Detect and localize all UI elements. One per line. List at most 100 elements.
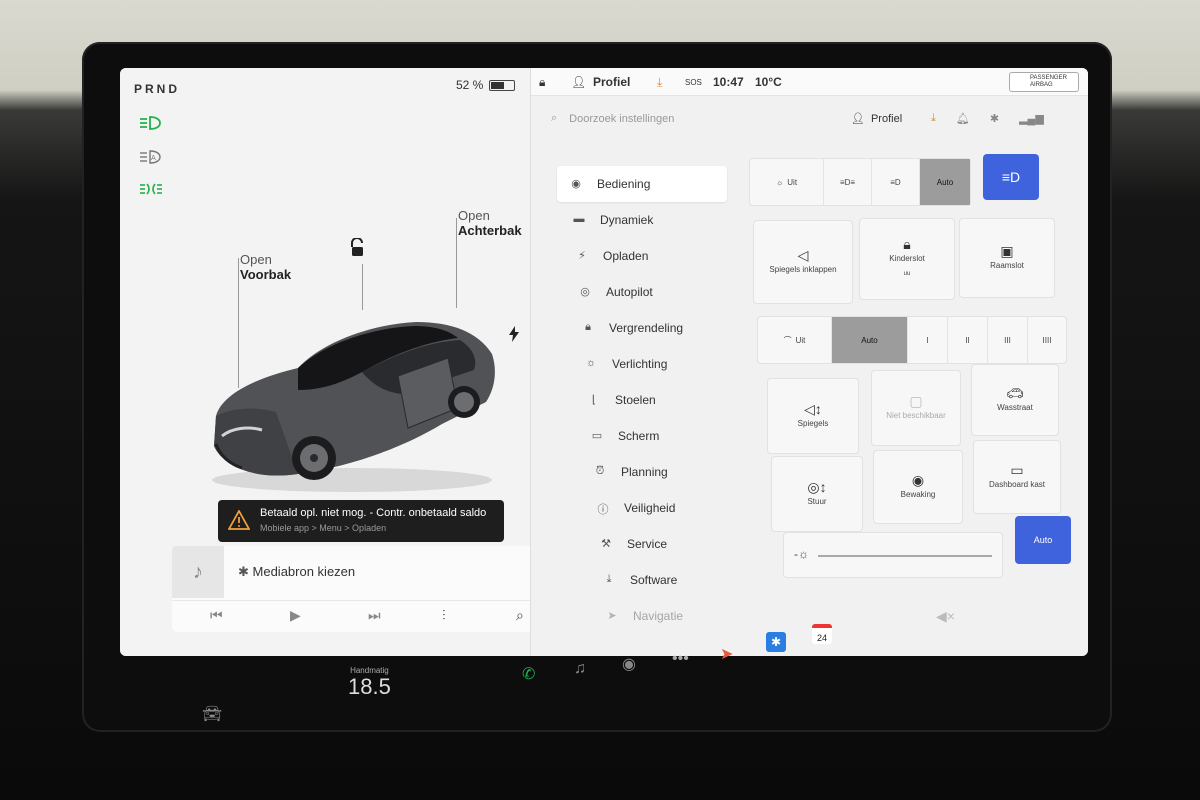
bluetooth-icon: ✱ <box>238 564 253 579</box>
unavailable-icon: ▢ <box>909 392 923 409</box>
brightness-icon: -☼ <box>794 547 809 561</box>
settings-search[interactable]: ⌕ Doorzoek instellingen <box>551 112 674 125</box>
wiper-speed-4[interactable]: IIII <box>1028 317 1066 363</box>
menu-item-scherm[interactable]: ▭ Scherm <box>578 418 727 454</box>
frunk-open-button[interactable]: Open Voorbak <box>240 252 291 282</box>
climate-control[interactable]: Handmatig 18.5 <box>348 666 391 699</box>
menu-item-opladen[interactable]: ⚡ Opladen <box>563 238 727 274</box>
wipers-off-button[interactable]: ⌒ Uit <box>758 317 832 363</box>
glovebox-icon: ▭ <box>1010 461 1024 478</box>
profile-icon[interactable]: 👤︎ <box>571 75 586 89</box>
wiper-speed-2[interactable]: II <box>948 317 988 363</box>
brightness-slider[interactable]: -☼ <box>783 532 1003 578</box>
display-icon: ▭ <box>591 430 603 442</box>
unlock-icon[interactable] <box>348 238 366 258</box>
charge-port-icon[interactable] <box>508 326 520 342</box>
lights-auto-button[interactable]: Auto <box>920 159 970 205</box>
auto-highbeam-icon[interactable]: A <box>138 148 164 166</box>
child-lock-button[interactable]: 🔒︎ Kinderslot uu <box>859 218 955 300</box>
search-input[interactable]: Doorzoek instellingen <box>569 113 674 125</box>
more-apps-icon[interactable]: ••• <box>672 650 689 668</box>
car-icon[interactable]: 🚘︎ <box>202 704 222 724</box>
window-lock-button[interactable]: ▣ Raamslot <box>959 218 1055 298</box>
sun-icon: ☼ <box>585 357 597 369</box>
menu-item-service[interactable]: ⚒ Service <box>587 526 727 562</box>
download-icon[interactable]: ⤓ <box>657 75 662 90</box>
wiper-speed-3[interactable]: III <box>988 317 1028 363</box>
bluetooth-app-icon[interactable]: ✱ <box>766 632 786 652</box>
lock-icon[interactable]: 🔒︎ <box>539 75 545 90</box>
wiper-speed-2-label: II <box>965 335 970 345</box>
menu-item-label: Veiligheid <box>624 501 676 515</box>
trunk-open-button[interactable]: Open Achterbak <box>458 208 522 238</box>
menu-item-label: Planning <box>621 465 668 479</box>
wiper-selector: ⌒ Uit Auto I II III IIII <box>757 316 1067 364</box>
bell-icon[interactable]: 🔔︎ <box>956 112 970 125</box>
menu-item-vergrendeling[interactable]: 🔒︎ Vergrendeling <box>569 310 727 346</box>
low-beam-button[interactable]: ≡D <box>872 159 920 205</box>
lock-icon: 🔒︎ <box>585 321 591 333</box>
menu-item-planning[interactable]: ⏰︎ Planning <box>581 454 727 490</box>
parking-lights-button[interactable]: ≡D≡ <box>824 159 872 205</box>
car-wash-button[interactable]: 🚗︎ Wasstraat <box>971 364 1059 436</box>
header-profile[interactable]: 👤︎ Profiel <box>851 112 902 126</box>
mirrors-adjust-button[interactable]: ◁↕ Spiegels <box>767 378 859 454</box>
mirror-icon: ◁ <box>797 246 809 263</box>
wiper-speed-1[interactable]: I <box>908 317 948 363</box>
trunk-state: Open <box>458 208 490 223</box>
menu-item-software[interactable]: ⤓ Software <box>590 562 727 598</box>
download-icon[interactable]: ⤓ <box>931 112 936 125</box>
volume-mute-icon[interactable]: ◀× <box>936 608 955 625</box>
sentry-button[interactable]: ◉ Bewaking <box>873 450 963 524</box>
glovebox-button[interactable]: ▭ Dashboard kast <box>973 440 1061 514</box>
headlights-icon[interactable] <box>138 114 164 132</box>
headlights-toggle[interactable]: ≡D <box>983 154 1039 200</box>
unavailable-label: Niet beschikbaar <box>886 410 946 420</box>
calendar-icon[interactable]: 24 <box>812 624 832 644</box>
mirror-adjust-icon: ◁↕ <box>804 400 822 417</box>
phone-icon[interactable]: ✆ <box>522 664 535 684</box>
music-note-icon: ♪ <box>172 546 224 598</box>
child-lock-icon: 🔒︎ <box>903 236 911 252</box>
sentry-icon: ◉ <box>911 471 925 488</box>
wipers-auto-button[interactable]: Auto <box>832 317 908 363</box>
menu-item-autopilot[interactable]: ◎ Autopilot <box>566 274 727 310</box>
media-source-button[interactable]: ✱ Mediabron kiezen <box>238 564 355 580</box>
menu-item-label: Software <box>630 573 678 587</box>
camera-icon[interactable]: ◉ <box>622 654 636 674</box>
menu-item-label: Service <box>627 537 668 551</box>
calendar-day: 24 <box>816 633 827 643</box>
parking-lights-icon[interactable] <box>138 180 164 198</box>
glovebox-label: Dashboard kast <box>988 479 1046 489</box>
lights-off-button[interactable]: ☼ Uit <box>750 159 824 205</box>
car-icon: ▬ <box>573 213 585 225</box>
passenger-airbag-indicator: PASSENGER AIRBAG <box>1009 72 1079 92</box>
sos-label[interactable]: SOS <box>685 78 702 87</box>
menu-item-bediening[interactable]: ◉ Bediening <box>557 166 727 202</box>
battery-status: 52 % <box>456 78 516 92</box>
alert-subtitle: Mobiele app > Menu > Opladen <box>260 523 387 533</box>
music-icon[interactable]: ♫ <box>574 660 586 678</box>
topbar-profile[interactable]: Profiel <box>593 75 630 89</box>
mirrors-adjust-label: Spiegels <box>797 418 829 428</box>
fold-mirrors-button[interactable]: ◁ Spiegels inklappen <box>753 220 853 304</box>
menu-item-stoelen[interactable]: ⌊ Stoelen <box>575 382 727 418</box>
menu-item-label: Dynamiek <box>600 213 654 227</box>
bluetooth-icon[interactable]: ✱ <box>990 112 999 125</box>
menu-item-dynamiek[interactable]: ▬ Dynamiek <box>560 202 727 238</box>
wiper-icon: ⌒ <box>783 335 792 345</box>
wipers-auto-label: Auto <box>861 335 878 345</box>
charging-alert[interactable]: Betaald opl. niet mog. - Contr. onbetaal… <box>218 500 504 542</box>
steering-adjust-icon: ◎↕ <box>807 478 827 495</box>
navigation-icon[interactable]: ➤ <box>720 644 733 664</box>
brightness-track[interactable] <box>818 555 992 557</box>
low-beam-icon: ≡D <box>890 177 901 187</box>
steering-adjust-button[interactable]: ◎↕ Stuur <box>771 456 863 532</box>
menu-item-verlichting[interactable]: ☼ Verlichting <box>572 346 727 382</box>
car-status-panel: PRND 52 % A Open Voorbak Open Achterbak <box>120 68 558 656</box>
menu-item-label: Opladen <box>603 249 649 263</box>
toggle-icon: ◉ <box>571 178 581 190</box>
brightness-auto-button[interactable]: Auto <box>1015 516 1071 564</box>
menu-item-veiligheid[interactable]: ⓘ Veiligheid <box>584 490 727 526</box>
alert-title: Betaald opl. niet mog. - Contr. onbetaal… <box>260 507 487 519</box>
